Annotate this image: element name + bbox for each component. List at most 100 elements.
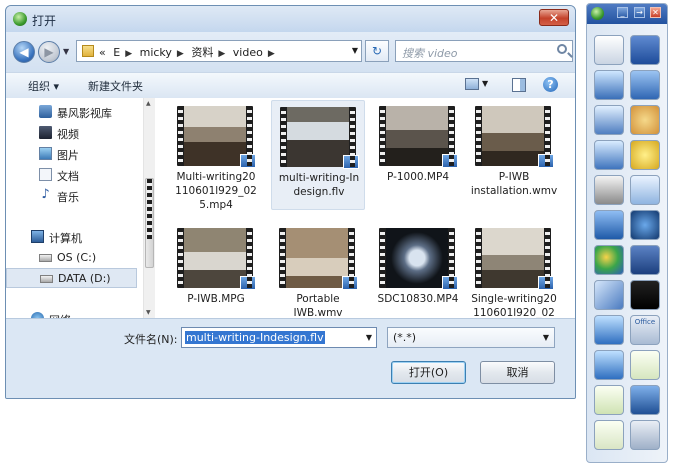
breadcrumb-item-video[interactable]: video [233, 46, 263, 59]
mouse-icon[interactable] [594, 35, 624, 65]
breadcrumb-item-e[interactable]: E [113, 46, 120, 59]
command-toolbar: 组织 ▾ 新建文件夹 ▼ ? [6, 72, 575, 99]
minimize-button[interactable]: _ [617, 7, 628, 18]
scrollbar-thumb[interactable] [145, 178, 154, 268]
file-item[interactable]: Single-writing20 110601l920_02 [467, 222, 561, 318]
eraser-icon[interactable] [594, 175, 624, 205]
forward-button[interactable]: ▶ [38, 41, 60, 63]
file-item[interactable]: Multi-writing20 110601l929_02 5.mp4 [169, 100, 263, 211]
filename-value[interactable]: multi-writing-Indesign.flv [185, 331, 325, 344]
scroll-down-icon[interactable]: ▼ [146, 309, 151, 316]
window-icon[interactable] [630, 35, 660, 65]
video-thumbnail [280, 107, 359, 169]
pointer-icon[interactable] [594, 210, 624, 240]
blank-page-icon[interactable] [630, 350, 660, 380]
refresh-button[interactable]: ↻ [365, 40, 389, 62]
filename-field[interactable]: multi-writing-Indesign.flv ▼ [181, 327, 377, 348]
open-button[interactable]: 打开(O) [391, 361, 466, 384]
palette-icon[interactable] [630, 105, 660, 135]
nav-item-computer[interactable]: 计算机 [6, 227, 137, 247]
shapes-icon[interactable] [594, 245, 624, 275]
chevron-right-icon[interactable]: ▶ [177, 49, 184, 59]
filetype-select[interactable]: (*.*) ▼ [387, 327, 555, 348]
office-icon[interactable]: Office [630, 315, 660, 345]
breadcrumb-item-micky[interactable]: micky [140, 46, 172, 59]
fill-icon[interactable] [594, 280, 624, 310]
highlighter-icon[interactable] [594, 140, 624, 170]
redo-icon[interactable] [594, 350, 624, 380]
address-bar[interactable]: « E ▶ micky ▶ 资料 ▶ video ▶ ▼ [76, 40, 362, 62]
file-name: Single-writing20 110601l920_02 [471, 293, 557, 318]
file-item[interactable]: P-1000.MP4 [371, 100, 465, 210]
chevron-right-icon[interactable]: ▶ [125, 49, 132, 59]
cancel-button[interactable]: 取消 [480, 361, 555, 384]
history-dropdown-icon[interactable]: ▼ [63, 47, 69, 56]
video-thumbnail [177, 106, 256, 168]
view-mode-icon[interactable] [465, 78, 479, 90]
nav-item-drive-c[interactable]: OS (C:) [6, 248, 137, 268]
toolbox-close-button[interactable]: ✕ [650, 7, 661, 18]
new-folder-button[interactable]: 新建文件夹 [88, 78, 143, 94]
video-thumbnail [475, 228, 554, 290]
file-item-selected[interactable]: multi-writing-In design.flv [271, 100, 365, 210]
nav-item-documents[interactable]: 文档 [6, 165, 137, 185]
view-dropdown-icon[interactable]: ▼ [482, 79, 488, 88]
nav-item-videos[interactable]: 视频 [6, 123, 137, 143]
filename-dropdown-icon[interactable]: ▼ [366, 333, 372, 342]
close-button[interactable]: ✕ [539, 9, 569, 26]
search-icon[interactable] [557, 44, 567, 54]
save-icon[interactable] [630, 420, 660, 450]
video-thumbnail [475, 106, 554, 168]
video-file-icon [342, 276, 358, 290]
pictures-library-icon [39, 147, 52, 160]
video-thumbnail [379, 228, 458, 290]
nav-item-music[interactable]: ♪ 音乐 [6, 186, 137, 206]
undo-icon[interactable] [594, 315, 624, 345]
back-button[interactable]: ◀ [13, 41, 35, 63]
search-input[interactable]: 搜索 video [395, 40, 573, 62]
organize-menu[interactable]: 组织 ▾ [28, 78, 59, 94]
nav-item-network[interactable]: 网络 [6, 309, 137, 318]
help-icon[interactable]: ? [543, 77, 558, 92]
pen-icon[interactable] [594, 70, 624, 100]
file-item[interactable]: P-IWB.MPG [169, 222, 263, 318]
nav-item-label: 视频 [57, 128, 79, 141]
nav-item-storm-library[interactable]: 暴风影视库 [6, 102, 137, 122]
file-item[interactable]: SDC10830.MP4 [371, 222, 465, 318]
add-page-icon[interactable] [594, 385, 624, 415]
filename-label: 文件名(N): [124, 333, 178, 346]
video-thumbnail [177, 228, 256, 290]
folder-icon [82, 45, 94, 57]
video-file-icon [538, 276, 554, 290]
chevron-right-icon[interactable]: ▶ [268, 49, 275, 59]
texture-icon[interactable] [630, 140, 660, 170]
breadcrumb[interactable]: « E ▶ micky ▶ 资料 ▶ video ▶ [99, 44, 279, 60]
breadcrumb-overflow[interactable]: « [99, 46, 106, 59]
toolbox-titlebar[interactable]: _ → ✕ [587, 4, 667, 24]
file-list: Multi-writing20 110601l929_02 5.mp4 multi-… [155, 98, 575, 318]
filetype-dropdown-icon[interactable]: ▼ [543, 333, 549, 342]
file-item[interactable]: P-IWB installation.wmv [467, 100, 561, 210]
lines-icon[interactable] [630, 70, 660, 100]
delete-page-icon[interactable] [594, 420, 624, 450]
camera-icon[interactable] [630, 210, 660, 240]
magnifier-icon[interactable] [630, 175, 660, 205]
brush-icon[interactable] [594, 105, 624, 135]
address-row: ◀ ▶ ▼ « E ▶ micky ▶ 资料 ▶ video ▶ ▼ ↻ 搜索 vide… [6, 32, 575, 72]
dock-button[interactable]: → [634, 7, 645, 18]
nav-item-drive-d[interactable]: DATA (D:) [6, 268, 137, 288]
navigation-scrollbar[interactable]: ▲ ▼ [143, 98, 155, 318]
nav-item-pictures[interactable]: 图片 [6, 144, 137, 164]
breadcrumb-item-ziliao[interactable]: 资料 [191, 46, 213, 59]
search-placeholder: 搜索 video [402, 47, 458, 60]
dialog-titlebar[interactable]: 打开 ✕ [6, 6, 575, 32]
file-item[interactable]: Portable IWB.wmv [271, 222, 365, 318]
screen-capture-icon[interactable] [630, 245, 660, 275]
background-icon[interactable] [630, 385, 660, 415]
scroll-up-icon[interactable]: ▲ [146, 100, 151, 107]
address-dropdown-icon[interactable]: ▼ [352, 46, 358, 55]
chevron-right-icon[interactable]: ▶ [218, 49, 225, 59]
preview-pane-icon[interactable] [512, 78, 526, 92]
nav-item-label: 文档 [57, 170, 79, 183]
video-icon[interactable] [630, 280, 660, 310]
